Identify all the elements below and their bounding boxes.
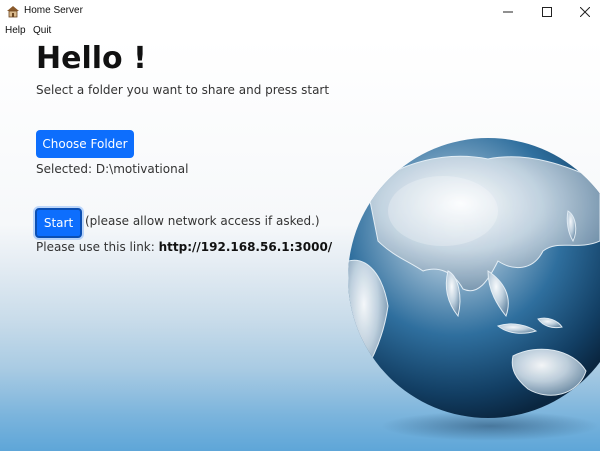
choose-folder-button[interactable]: Choose Folder [36,130,134,158]
server-link[interactable]: http://192.168.56.1:3000/ [159,240,333,254]
menu-quit[interactable]: Quit [33,25,51,36]
globe-image [348,138,600,418]
close-button[interactable] [562,0,600,23]
link-line: Please use this link: http://192.168.56.… [36,240,332,254]
page-title: Hello ! [36,41,147,76]
main-content: Hello ! Select a folder you want to shar… [0,39,600,451]
window-title: Home Server [24,5,83,16]
close-icon [580,6,590,17]
start-button[interactable]: Start [35,208,82,238]
instruction-text: Select a folder you want to share and pr… [36,83,330,97]
menu-bar: Help Quit [0,23,600,39]
selected-folder-label: Selected: D:\motivational [36,162,189,176]
title-bar: Home Server [0,0,600,23]
minimize-icon [503,11,513,12]
start-note: (please allow network access if asked.) [85,214,320,228]
link-prefix: Please use this link: [36,240,159,254]
house-icon [7,6,19,18]
menu-help[interactable]: Help [5,25,26,36]
maximize-icon [542,6,552,17]
